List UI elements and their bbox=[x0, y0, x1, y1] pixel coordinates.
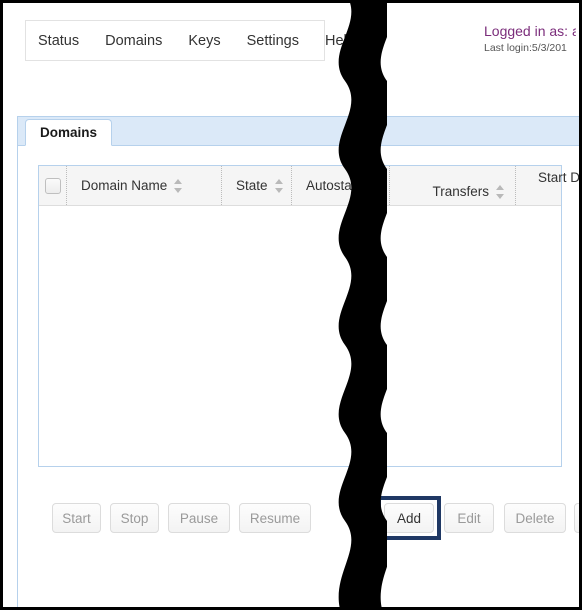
logged-in-as-label: Logged in as: a bbox=[484, 23, 576, 39]
table-header-row: Domain Name State Autostart Transfers St bbox=[39, 166, 579, 206]
nav-item-label: Keys bbox=[188, 32, 221, 49]
tab-label: Domains bbox=[40, 125, 98, 140]
nav-item-settings[interactable]: Settings bbox=[247, 33, 299, 49]
column-label: Transfers bbox=[432, 184, 489, 199]
delete-button[interactable]: Delete bbox=[504, 503, 566, 533]
column-label: State bbox=[236, 178, 268, 193]
nav-item-domains[interactable]: Domains bbox=[105, 33, 162, 49]
main-navigation-bar: Status Domains Keys Settings Help bbox=[25, 20, 372, 61]
caret-down-icon bbox=[361, 37, 372, 44]
pause-button[interactable]: Pause bbox=[168, 503, 230, 533]
nav-item-label: Status bbox=[38, 32, 80, 49]
sort-arrows-icon[interactable] bbox=[174, 178, 183, 193]
tab-strip: Domains bbox=[18, 117, 579, 146]
add-button[interactable]: Add bbox=[384, 503, 434, 533]
table-header-select-all[interactable] bbox=[39, 166, 67, 205]
nav-item-label: Settings bbox=[246, 32, 299, 49]
column-label: Domain Name bbox=[81, 178, 168, 193]
table-header-autostart[interactable]: Autostart bbox=[292, 166, 390, 205]
column-label: Autostart bbox=[306, 178, 361, 193]
table-header-transfers[interactable]: Transfers bbox=[390, 166, 516, 205]
table-header-state[interactable]: State bbox=[222, 166, 292, 205]
table-header-domain-name[interactable]: Domain Name bbox=[67, 166, 222, 205]
domains-table-panel: Domain Name State Autostart Transfers St bbox=[38, 165, 579, 467]
stop-button[interactable]: Stop bbox=[110, 503, 159, 533]
tab-domains[interactable]: Domains bbox=[25, 119, 113, 146]
sort-arrows-icon[interactable] bbox=[274, 178, 284, 193]
edit-button[interactable]: Edit bbox=[444, 503, 494, 533]
app-window: Status Domains Keys Settings Help Logged… bbox=[0, 0, 582, 610]
sort-arrows-icon[interactable] bbox=[496, 185, 505, 199]
select-all-checkbox[interactable] bbox=[44, 177, 61, 194]
nav-item-label: Help bbox=[324, 32, 355, 49]
nav-item-help[interactable]: Help bbox=[325, 33, 372, 49]
truncated-button[interactable]: S bbox=[574, 503, 579, 533]
nav-item-label: Domains bbox=[105, 32, 163, 49]
column-label: Start Date bbox=[538, 170, 581, 185]
sort-arrows-icon[interactable] bbox=[367, 178, 376, 193]
content-panel: Domains Domain Name State Autostart Tran… bbox=[17, 116, 579, 607]
start-button[interactable]: Start bbox=[52, 503, 101, 533]
domains-table-body bbox=[39, 206, 561, 466]
nav-item-keys[interactable]: Keys bbox=[188, 33, 220, 49]
resume-button[interactable]: Resume bbox=[239, 503, 311, 533]
last-login-label: Last login:5/3/201 bbox=[484, 42, 567, 54]
account-status-block: Logged in as: a Last login:5/3/201 bbox=[484, 23, 576, 54]
nav-item-status[interactable]: Status bbox=[38, 33, 79, 49]
table-header-start-date[interactable]: Start Date bbox=[516, 166, 581, 205]
